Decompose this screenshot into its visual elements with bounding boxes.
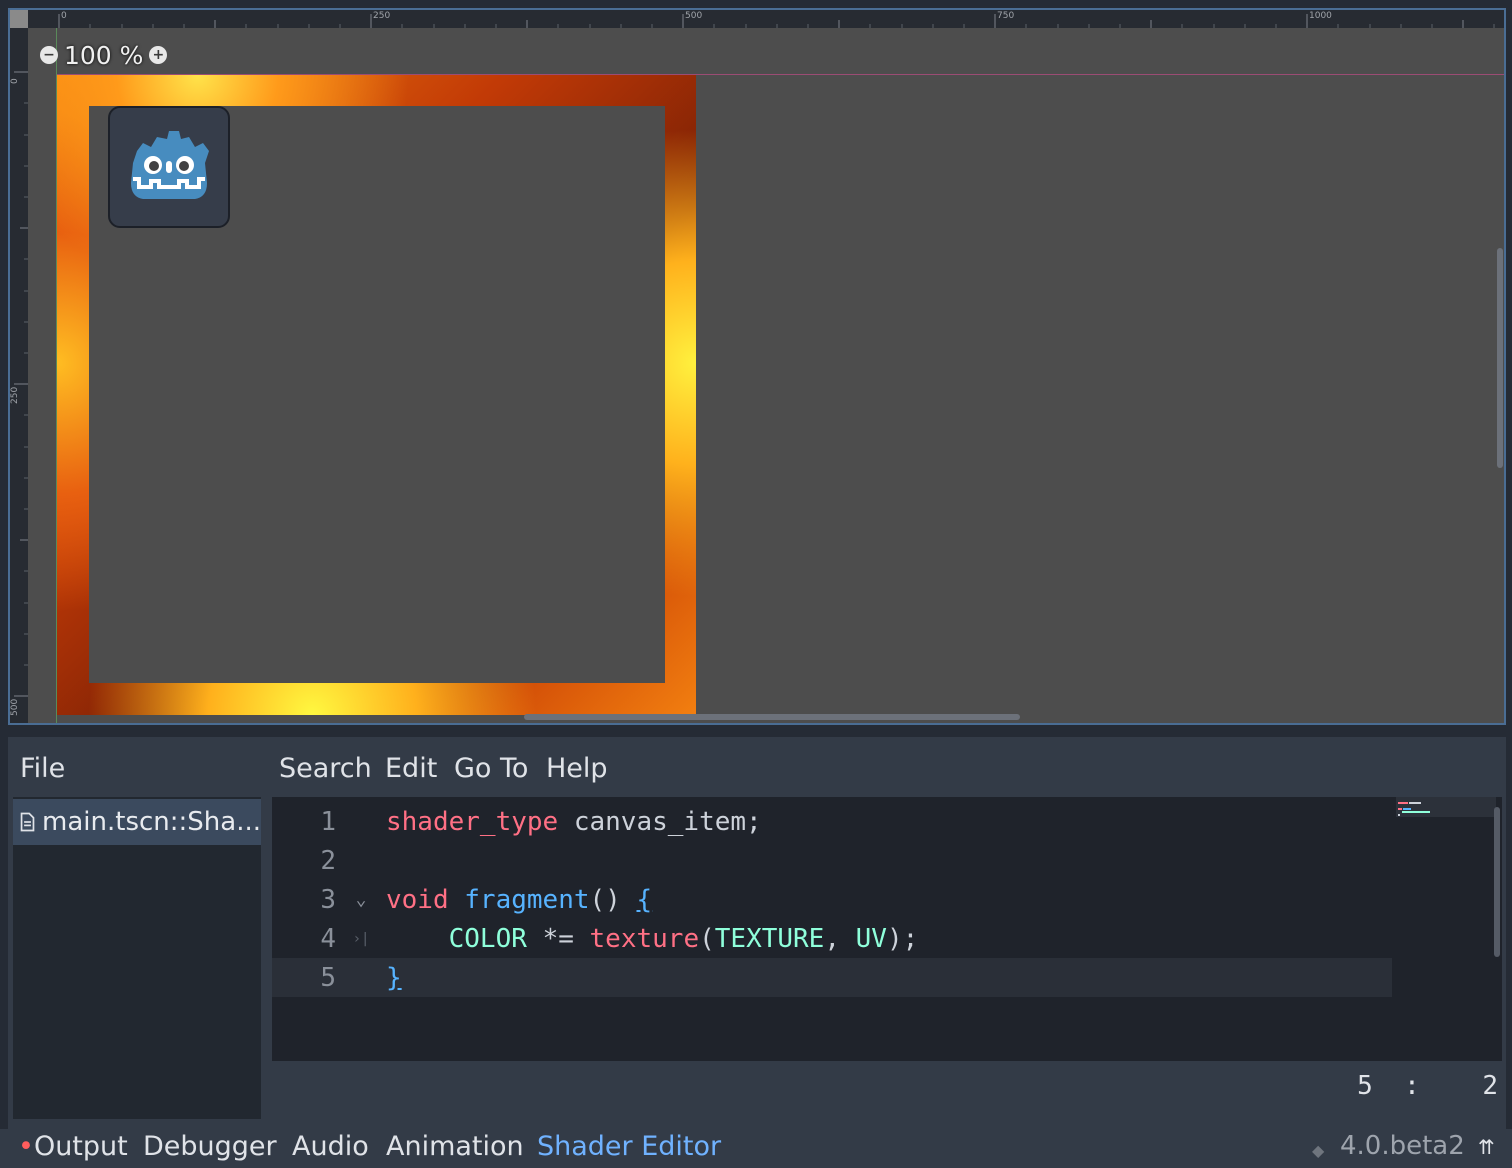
engine-version[interactable]: 4.0.beta2	[1340, 1131, 1465, 1161]
code-line[interactable]: 3 ⌄ void fragment() {	[272, 880, 1392, 919]
tab-shader-editor[interactable]: Shader Editor	[537, 1131, 721, 1162]
horizontal-scrollbar-thumb[interactable]	[524, 714, 1020, 720]
line-number: 5	[320, 962, 336, 993]
code-line[interactable]: 4 ›| COLOR *= texture(TEXTURE, UV);	[272, 919, 1392, 958]
code-minimap[interactable]	[1396, 797, 1496, 817]
file-icon	[20, 812, 35, 832]
godot-logo-icon	[131, 131, 209, 199]
zoom-level[interactable]: 100 %	[64, 41, 143, 70]
cursor-column: 2	[1482, 1071, 1498, 1101]
vertical-guide	[56, 28, 57, 723]
tab-indent-icon: ›|	[352, 930, 370, 947]
shader-file-list: main.tscn::Sha...	[13, 797, 261, 1119]
horizontal-scrollbar[interactable]	[48, 714, 1496, 720]
help-menu[interactable]: Help	[546, 753, 608, 784]
code-line[interactable]: 1 shader_type canvas_item;	[272, 802, 1392, 841]
code-text: }	[386, 962, 402, 993]
ruler-label-v: 250	[10, 386, 20, 404]
shader-file-item[interactable]: main.tscn::Sha...	[13, 799, 261, 845]
ruler-label-h: 250	[373, 11, 391, 21]
update-spinner-icon: ◆	[1312, 1141, 1325, 1160]
tab-debugger[interactable]: Debugger	[143, 1131, 277, 1162]
file-menu[interactable]: File	[20, 753, 65, 784]
ruler-ticks-v	[14, 71, 28, 697]
ruler-label-h: 750	[997, 11, 1015, 21]
ruler-label-h: 1000	[1309, 11, 1332, 21]
edit-menu[interactable]: Edit	[385, 753, 437, 784]
vertical-scrollbar[interactable]	[1497, 248, 1503, 468]
tab-output[interactable]: •Output	[18, 1131, 128, 1162]
canvas-viewport[interactable]: 0 250 500 750 1000 0 250 500 − 100 % +	[8, 8, 1506, 725]
canvas-area[interactable]: − 100 % +	[28, 28, 1504, 723]
line-number: 4	[320, 923, 336, 954]
code-editor[interactable]: 1 shader_type canvas_item; 2 3 ⌄ void fr…	[272, 797, 1502, 1061]
shader-editor-panel: File Search Edit Go To Help main.tscn::S…	[8, 737, 1506, 1129]
fold-chevron-down-icon[interactable]: ⌄	[336, 889, 386, 910]
zoom-out-icon[interactable]: −	[40, 46, 58, 64]
goto-menu[interactable]: Go To	[454, 753, 528, 784]
zoom-in-icon[interactable]: +	[149, 46, 168, 64]
search-menu[interactable]: Search	[279, 753, 372, 784]
expand-panel-icon[interactable]: ⇈	[1478, 1135, 1495, 1159]
ruler-label-h: 0	[61, 11, 67, 21]
shader-file-name: main.tscn::Sha...	[42, 807, 261, 837]
code-text: COLOR *= texture(TEXTURE, UV);	[448, 923, 919, 954]
error-dot-icon: •	[18, 1131, 34, 1162]
ruler-label-h: 500	[685, 11, 703, 21]
horizontal-guide	[56, 74, 1504, 75]
bottom-panel-bar: •Output Debugger Audio Animation Shader …	[0, 1129, 1512, 1168]
godot-icon[interactable]	[108, 106, 230, 228]
code-scrollbar[interactable]	[1494, 807, 1500, 957]
code-line[interactable]: 2	[272, 841, 1392, 880]
tab-animation[interactable]: Animation	[386, 1131, 524, 1162]
code-line-current[interactable]: 5 }	[272, 958, 1392, 997]
minimap-preview	[1398, 802, 1430, 816]
line-number: 1	[320, 806, 336, 837]
ruler-label-v: 0	[10, 78, 20, 84]
tab-audio[interactable]: Audio	[292, 1131, 369, 1162]
line-number: 3	[320, 884, 336, 915]
horizontal-ruler: 0 250 500 750 1000	[28, 10, 1504, 29]
line-number: 2	[320, 845, 336, 876]
zoom-controls: − 100 % +	[40, 40, 168, 70]
code-text: shader_type canvas_item;	[386, 806, 762, 837]
ruler-corner	[10, 10, 28, 28]
vertical-ruler: 0 250 500	[10, 28, 29, 723]
cursor-position: 5 : 2	[1357, 1071, 1498, 1101]
cursor-line: 5	[1357, 1071, 1373, 1101]
code-text: void fragment() {	[386, 884, 653, 915]
ruler-ticks-h	[58, 14, 1495, 28]
ruler-label-v: 500	[10, 698, 20, 716]
